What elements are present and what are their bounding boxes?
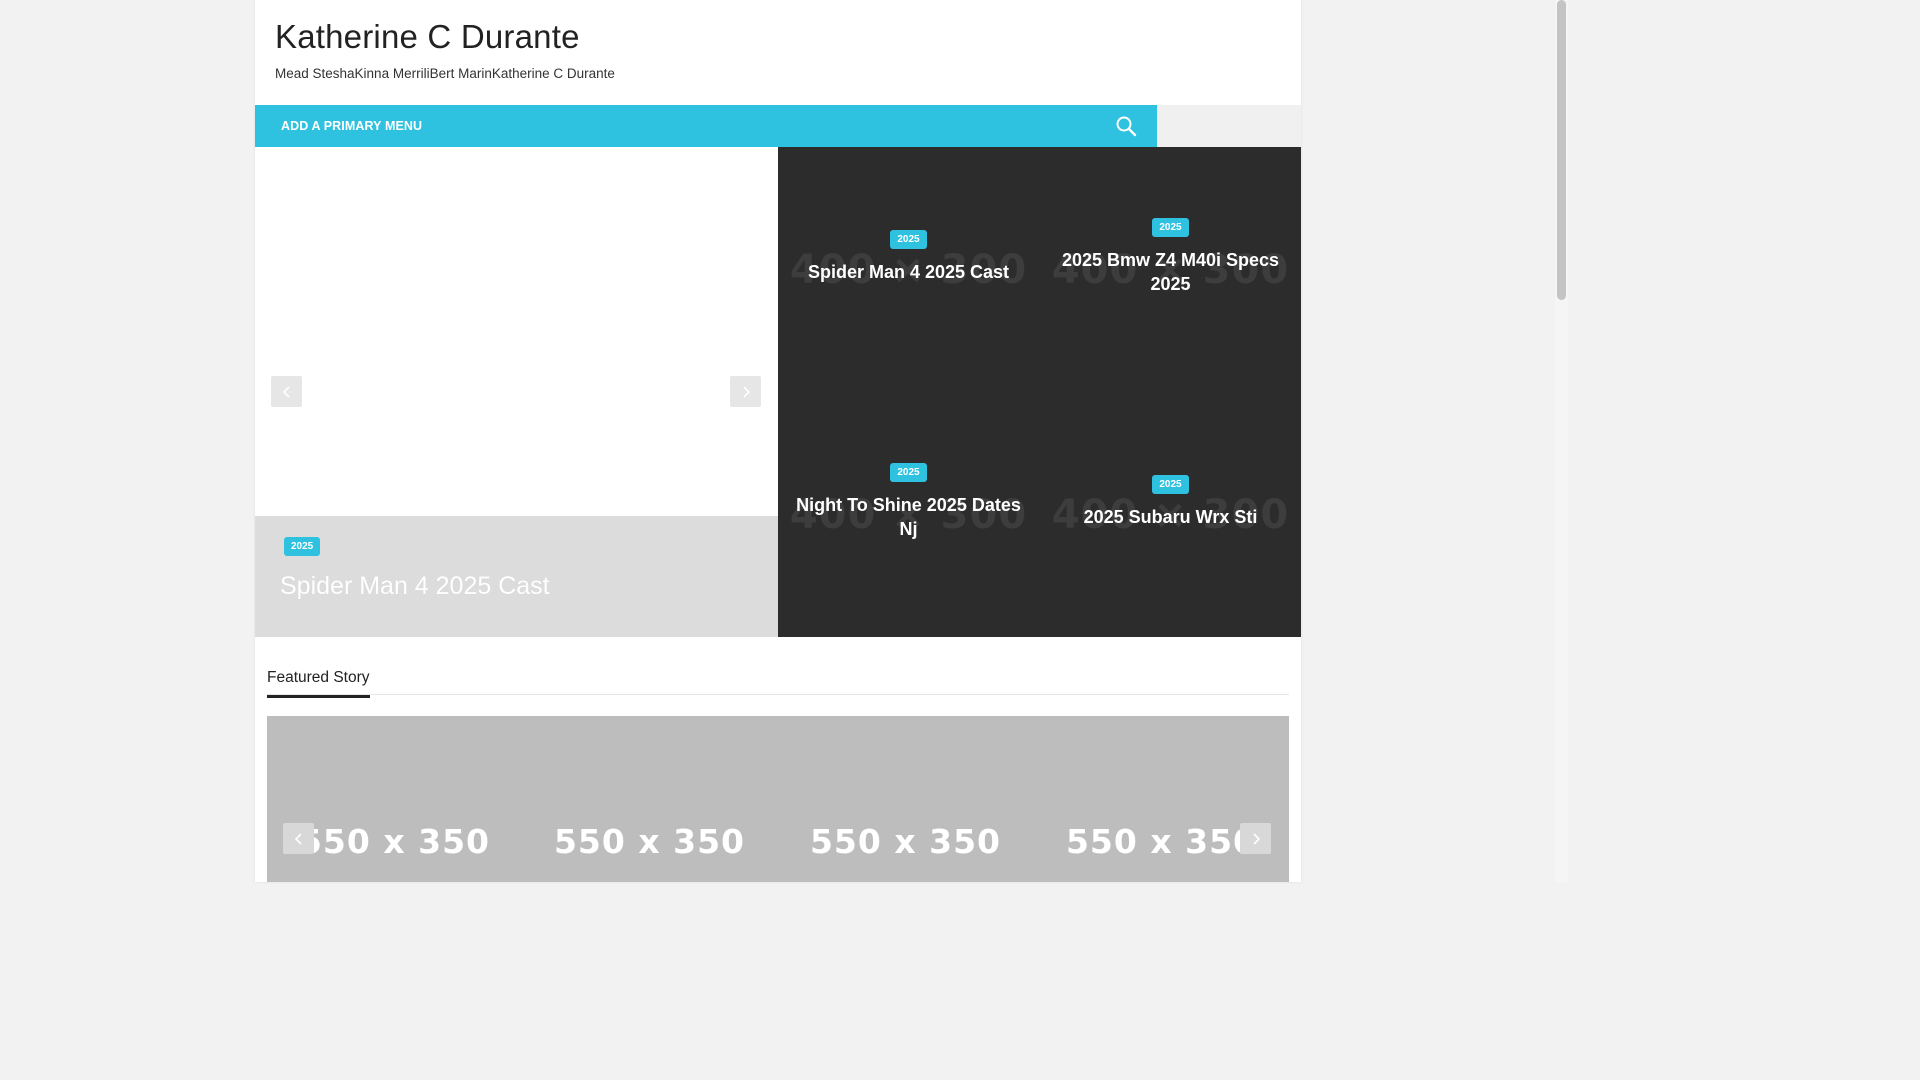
chevron-left-icon	[282, 385, 290, 398]
page-scrollbar[interactable]	[1555, 0, 1568, 882]
category-badge[interactable]: 2025	[1152, 218, 1189, 237]
search-icon[interactable]	[1113, 113, 1141, 141]
slide-caption: 2025 Spider Man 4 2025 Cast	[255, 516, 778, 637]
primary-nav-bar: ADD A PRIMARY MENU	[255, 105, 1157, 147]
site-title[interactable]: Katherine C Durante	[275, 18, 580, 56]
slide-title[interactable]: Spider Man 4 2025 Cast	[280, 572, 550, 601]
grid-tile-title[interactable]: 2025 Bmw Z4 M40i Specs 2025	[1040, 248, 1301, 296]
section-divider	[267, 694, 1289, 695]
slider-next-button[interactable]	[730, 376, 761, 407]
featured-grid: 400 × 300 2025 Spider Man 4 2025 Cast 40…	[778, 147, 1301, 637]
chevron-left-icon	[294, 832, 302, 845]
chevron-right-icon	[1252, 832, 1260, 845]
grid-tile-title[interactable]: 2025 Subaru Wrx Sti	[1040, 505, 1301, 529]
category-badge[interactable]: 2025	[890, 230, 927, 249]
grid-tile[interactable]: 400 × 300 2025 2025 Subaru Wrx Sti	[1040, 392, 1301, 637]
category-badge[interactable]: 2025	[284, 537, 321, 556]
site-description: Mead SteshaKinna MerriliBert MarinKather…	[275, 66, 615, 81]
carousel-prev-button[interactable]	[283, 823, 314, 854]
scrollbar-thumb[interactable]	[1557, 0, 1566, 300]
page-container: Katherine C Durante Mead SteshaKinna Mer…	[255, 0, 1301, 882]
carousel-item-placeholder[interactable]: 550 x 350	[778, 822, 1033, 861]
category-badge[interactable]: 2025	[890, 463, 927, 482]
carousel-item-placeholder[interactable]: 550 x 350	[522, 822, 777, 861]
grid-tile[interactable]: 400 × 300 2025 Night To Shine 2025 Dates…	[778, 392, 1039, 637]
nav-spacer	[1157, 105, 1301, 147]
grid-tile[interactable]: 400 × 300 2025 Spider Man 4 2025 Cast	[778, 147, 1039, 392]
category-badge[interactable]: 2025	[1152, 475, 1189, 494]
grid-tile-title[interactable]: Spider Man 4 2025 Cast	[778, 260, 1039, 284]
main-slider: 2025 Spider Man 4 2025 Cast	[255, 147, 778, 637]
slider-prev-button[interactable]	[271, 376, 302, 407]
add-primary-menu-link[interactable]: ADD A PRIMARY MENU	[281, 119, 422, 133]
featured-carousel: 550 x 350 550 x 350 550 x 350 550 x 350	[267, 716, 1289, 882]
grid-tile-title[interactable]: Night To Shine 2025 Dates Nj	[778, 493, 1039, 541]
carousel-next-button[interactable]	[1240, 823, 1271, 854]
chevron-right-icon	[742, 385, 750, 398]
grid-tile[interactable]: 400 × 300 2025 2025 Bmw Z4 M40i Specs 20…	[1040, 147, 1301, 392]
